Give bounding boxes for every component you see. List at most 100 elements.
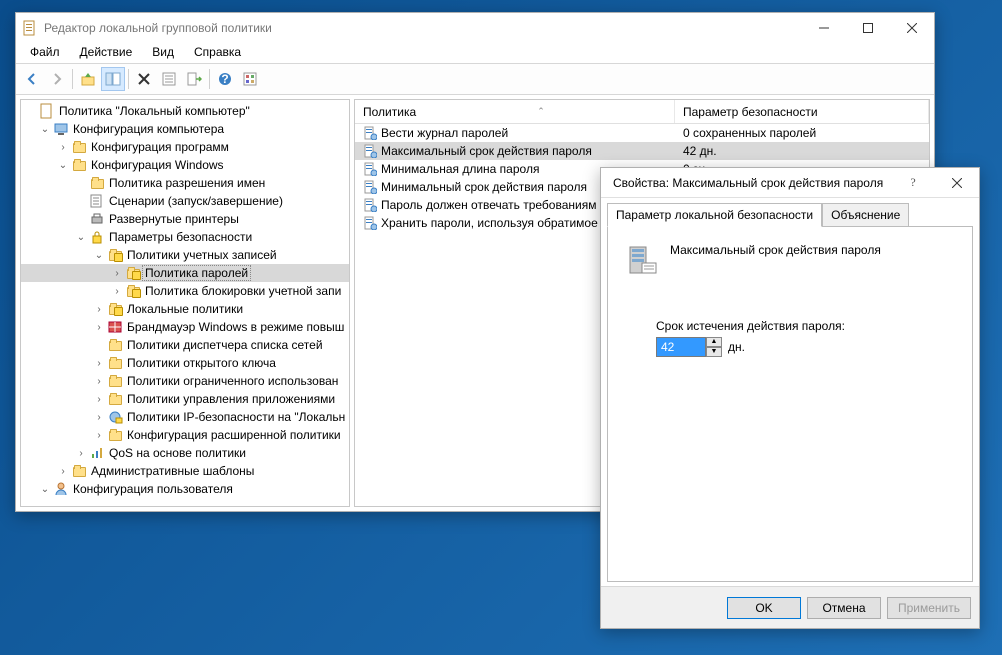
security-icon bbox=[89, 229, 105, 245]
expand-icon[interactable]: › bbox=[109, 268, 125, 279]
titlebar[interactable]: Редактор локальной групповой политики bbox=[16, 13, 934, 43]
tree-label: Конфигурация пользователя bbox=[71, 482, 235, 496]
tree-account-policies[interactable]: ⌄ Политики учетных записей bbox=[21, 246, 349, 264]
col-param[interactable]: Параметр безопасности bbox=[675, 100, 929, 123]
refresh-button[interactable] bbox=[238, 67, 262, 91]
export-button[interactable] bbox=[182, 67, 206, 91]
policy-name: Вести журнал паролей bbox=[381, 126, 508, 140]
tree-firewall[interactable]: ›Брандмауэр Windows в режиме повыш bbox=[21, 318, 349, 336]
tree-windows-config[interactable]: ⌄Конфигурация Windows bbox=[21, 156, 349, 174]
folder-locked-icon bbox=[107, 247, 123, 263]
expand-icon[interactable]: › bbox=[91, 430, 107, 441]
spin-up-button[interactable]: ▲ bbox=[706, 337, 722, 347]
tab-local-security[interactable]: Параметр локальной безопасности bbox=[607, 203, 822, 227]
policy-row[interactable]: Вести журнал паролей 0 сохраненных пароле… bbox=[355, 124, 929, 142]
cancel-button[interactable]: Отмена bbox=[807, 597, 881, 619]
help-button[interactable]: ? bbox=[213, 67, 237, 91]
show-hide-tree-button[interactable] bbox=[101, 67, 125, 91]
nav-forward-button[interactable] bbox=[45, 67, 69, 91]
tree-qos[interactable]: ›QoS на основе политики bbox=[21, 444, 349, 462]
tree-label: Политики открытого ключа bbox=[125, 356, 278, 370]
tree-label: Локальные политики bbox=[125, 302, 245, 316]
expand-icon[interactable]: › bbox=[91, 376, 107, 387]
tree-computer-config[interactable]: ⌄ Конфигурация компьютера bbox=[21, 120, 349, 138]
properties-button[interactable] bbox=[157, 67, 181, 91]
policy-name: Минимальный срок действия пароля bbox=[381, 180, 587, 194]
tree-appcontrol[interactable]: ›Политики управления приложениями bbox=[21, 390, 349, 408]
tree-printers[interactable]: Развернутые принтеры bbox=[21, 210, 349, 228]
tree-label: Политики учетных записей bbox=[125, 248, 279, 262]
tree-label: Развернутые принтеры bbox=[107, 212, 241, 226]
policy-item-icon bbox=[363, 216, 377, 230]
expand-icon[interactable]: › bbox=[55, 466, 71, 477]
col-policy[interactable]: Политика⌃ bbox=[355, 100, 675, 123]
policy-row[interactable]: Максимальный срок действия пароля42 дн. bbox=[355, 142, 929, 160]
expand-icon[interactable]: › bbox=[91, 304, 107, 315]
dialog-close-button[interactable] bbox=[935, 168, 979, 198]
tree-name-resolution[interactable]: Политика разрешения имен bbox=[21, 174, 349, 192]
expand-icon[interactable]: › bbox=[91, 394, 107, 405]
expand-icon[interactable]: › bbox=[91, 358, 107, 369]
tree-local-policies[interactable]: › Локальные политики bbox=[21, 300, 349, 318]
svg-text:?: ? bbox=[221, 72, 228, 86]
expand-icon[interactable]: › bbox=[91, 322, 107, 333]
menu-file[interactable]: Файл bbox=[26, 43, 64, 63]
window-title: Редактор локальной групповой политики bbox=[44, 21, 802, 35]
close-button[interactable] bbox=[890, 13, 934, 43]
tree-software-restrict[interactable]: ›Политики ограниченного использован bbox=[21, 372, 349, 390]
toolbar-separator bbox=[128, 69, 129, 89]
delete-button[interactable] bbox=[132, 67, 156, 91]
nav-back-button[interactable] bbox=[20, 67, 44, 91]
tree-admin-templates[interactable]: ›Административные шаблоны bbox=[21, 462, 349, 480]
menu-help[interactable]: Справка bbox=[190, 43, 245, 63]
apply-button[interactable]: Применить bbox=[887, 597, 971, 619]
collapse-icon[interactable]: ⌄ bbox=[37, 124, 53, 135]
expand-icon[interactable]: › bbox=[109, 286, 125, 297]
policy-name: Максимальный срок действия пароля bbox=[381, 144, 592, 158]
expand-icon[interactable]: › bbox=[91, 412, 107, 423]
tree-label: Параметры безопасности bbox=[107, 230, 254, 244]
folder-locked-icon bbox=[125, 265, 141, 281]
tree-scripts[interactable]: Сценарии (запуск/завершение) bbox=[21, 192, 349, 210]
tree-user-config[interactable]: ⌄ Конфигурация пользователя bbox=[21, 480, 349, 498]
minimize-button[interactable] bbox=[802, 13, 846, 43]
tree-root[interactable]: Политика "Локальный компьютер" bbox=[21, 102, 349, 120]
spin-down-button[interactable]: ▼ bbox=[706, 347, 722, 357]
dialog-titlebar[interactable]: Свойства: Максимальный срок действия пар… bbox=[601, 168, 979, 198]
expand-icon[interactable]: › bbox=[73, 448, 89, 459]
policy-param: 0 сохраненных паролей bbox=[675, 126, 929, 140]
tree-label: Конфигурация компьютера bbox=[71, 122, 226, 136]
tree-lockout-policy[interactable]: ›Политика блокировки учетной запи bbox=[21, 282, 349, 300]
tree-netlist[interactable]: Политики диспетчера списка сетей bbox=[21, 336, 349, 354]
field-label: Срок истечения действия пароля: bbox=[656, 319, 960, 333]
expand-icon[interactable]: › bbox=[55, 142, 71, 153]
dialog-help-button[interactable]: ? bbox=[891, 168, 935, 198]
menu-view[interactable]: Вид bbox=[148, 43, 178, 63]
tree-password-policy[interactable]: ›Политика паролей bbox=[21, 264, 349, 282]
tree-ipsec[interactable]: ›Политики IP-безопасности на "Локальн bbox=[21, 408, 349, 426]
dialog-body: Параметр локальной безопасности Объяснен… bbox=[601, 198, 979, 586]
policy-name: Минимальная длина пароля bbox=[381, 162, 539, 176]
ok-button[interactable]: OK bbox=[727, 597, 801, 619]
collapse-icon[interactable]: ⌄ bbox=[55, 160, 71, 171]
policy-item-icon bbox=[363, 180, 377, 194]
tab-explain[interactable]: Объяснение bbox=[822, 203, 909, 227]
collapse-icon[interactable]: ⌄ bbox=[37, 484, 53, 495]
properties-dialog: Свойства: Максимальный срок действия пар… bbox=[600, 167, 980, 629]
tree-adv-audit[interactable]: ›Конфигурация расширенной политики bbox=[21, 426, 349, 444]
policy-root-icon bbox=[39, 103, 55, 119]
tree-security[interactable]: ⌄ Параметры безопасности bbox=[21, 228, 349, 246]
collapse-icon[interactable]: ⌄ bbox=[91, 250, 107, 261]
days-input[interactable] bbox=[656, 337, 706, 357]
maximize-button[interactable] bbox=[846, 13, 890, 43]
menu-action[interactable]: Действие bbox=[76, 43, 137, 63]
tree-pubkey[interactable]: › Политики открытого ключа bbox=[21, 354, 349, 372]
scripts-icon bbox=[89, 193, 105, 209]
folder-icon bbox=[71, 463, 87, 479]
collapse-icon[interactable]: ⌄ bbox=[73, 232, 89, 243]
qos-icon bbox=[89, 445, 105, 461]
tree-label: Политика "Локальный компьютер" bbox=[57, 104, 252, 118]
up-folder-button[interactable] bbox=[76, 67, 100, 91]
tree-pane[interactable]: Политика "Локальный компьютер" ⌄Конфигур… bbox=[20, 99, 350, 507]
tree-programs[interactable]: ›Конфигурация программ bbox=[21, 138, 349, 156]
